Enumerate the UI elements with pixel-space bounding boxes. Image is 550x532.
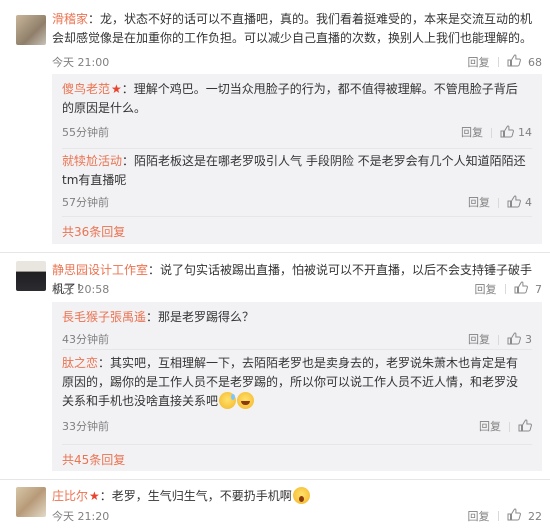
- thumbs-up-icon: [500, 125, 514, 138]
- like-button[interactable]: [507, 332, 521, 348]
- verified-star-icon: ★: [111, 82, 122, 96]
- reply-button[interactable]: 回复: [468, 196, 490, 209]
- reply-time: 57分钟前: [62, 196, 109, 209]
- reply-button[interactable]: 回复: [468, 333, 490, 346]
- like-count: 3: [525, 333, 532, 346]
- comment-time: 今天 20:58: [52, 283, 110, 296]
- like-button[interactable]: [507, 195, 521, 211]
- divider: [62, 216, 532, 217]
- like-count: 4: [525, 196, 532, 209]
- reply-item: 長毛猴子張禹遙：那是老罗踢得么？ 43分钟前 回复 3: [62, 308, 532, 346]
- comment-time: 今天 21:20: [52, 510, 110, 523]
- reply-item: 就犊尬活动：陌陌老板这是在哪老罗吸引人气 手段阴险 不是老罗会有几个人知道陌陌还…: [62, 152, 532, 209]
- comment-meta: 今天 21:20 回复 22: [52, 508, 542, 524]
- reply-body: ：那是老罗踢得么？: [146, 310, 255, 324]
- like-button[interactable]: [518, 419, 532, 435]
- comment-meta: 今天 20:58 回复 7: [52, 281, 542, 297]
- reply-button[interactable]: 回复: [479, 420, 501, 433]
- verified-star-icon: ★: [89, 489, 100, 503]
- reply-button[interactable]: 回复: [461, 126, 483, 139]
- reply-body: ：其实吧，互相理解一下，去陌陌老罗也是卖身去的，老罗说朱萧木也肯定是有原因的，踢…: [62, 356, 519, 408]
- comment-time: 今天 21:00: [52, 56, 110, 69]
- sweat-emoji-icon: [219, 392, 237, 409]
- like-count: 7: [535, 282, 542, 296]
- divider: [0, 479, 550, 480]
- comment-body: ：老罗，生气归生气，不要扔手机啊: [99, 489, 292, 503]
- like-button[interactable]: [507, 508, 521, 524]
- divider: [62, 148, 532, 149]
- reply-item: 傻鸟老范★：理解个鸡巴。一切当众甩脸子的行为，都不值得被理解。不管甩脸子背后的原…: [62, 80, 532, 139]
- comment-meta: 今天 21:00 回复 68: [52, 54, 542, 70]
- reply-button[interactable]: 回复: [468, 54, 490, 70]
- more-replies-link[interactable]: 共45条回复: [62, 451, 125, 468]
- reply-body: ：陌陌老板这是在哪老罗吸引人气 手段阴险 不是老罗会有几个人知道陌陌还tm有直播…: [62, 154, 526, 187]
- avatar[interactable]: [16, 261, 46, 291]
- thumbs-up-icon: [518, 419, 532, 432]
- comment-username[interactable]: 静思园设计工作室: [52, 263, 148, 277]
- like-count: 68: [528, 55, 542, 69]
- reply-time: 55分钟前: [62, 126, 109, 139]
- thumbs-up-icon: [507, 332, 521, 345]
- divider: [62, 349, 532, 350]
- comment-text: 滑稽家：龙，状态不好的话可以不直播吧，真的。我们看着挺难受的，本来是交流互动的机…: [52, 10, 542, 48]
- thumbs-up-icon: [507, 508, 521, 521]
- comment-username[interactable]: 庄比尔: [52, 489, 88, 503]
- reply-body: ：理解个鸡巴。一切当众甩脸子的行为，都不值得被理解。不管甩脸子背后的原因是什么。: [62, 82, 518, 115]
- more-replies-link[interactable]: 共36条回复: [62, 223, 125, 240]
- reply-username[interactable]: 傻鸟老范: [62, 82, 110, 96]
- comment-text: 庄比尔★：老罗，生气归生气，不要扔手机啊: [52, 487, 542, 506]
- reply-time: 43分钟前: [62, 333, 109, 346]
- comment-body: ：龙，状态不好的话可以不直播吧，真的。我们看着挺难受的，本来是交流互动的机会却感…: [52, 12, 533, 45]
- like-count: 22: [528, 509, 542, 523]
- avatar[interactable]: [16, 15, 46, 45]
- laugh-emoji-icon: [237, 392, 255, 409]
- reply-box: 傻鸟老范★：理解个鸡巴。一切当众甩脸子的行为，都不值得被理解。不管甩脸子背后的原…: [52, 74, 542, 244]
- reply-username[interactable]: 肽之恋: [62, 356, 98, 370]
- shocked-emoji-icon: [292, 487, 310, 504]
- reply-username[interactable]: 長毛猴子張禹遙: [62, 310, 146, 324]
- divider: [62, 444, 532, 445]
- comment-username[interactable]: 滑稽家: [52, 12, 88, 26]
- reply-item: 肽之恋：其实吧，互相理解一下，去陌陌老罗也是卖身去的，老罗说朱萧木也肯定是有原因…: [62, 354, 532, 433]
- reply-time: 33分钟前: [62, 420, 109, 433]
- thumbs-up-icon: [507, 195, 521, 208]
- avatar[interactable]: [16, 487, 46, 517]
- like-button[interactable]: [514, 281, 528, 297]
- reply-button[interactable]: 回复: [468, 508, 490, 524]
- like-button[interactable]: [507, 54, 521, 70]
- thumbs-up-icon: [507, 54, 521, 67]
- thumbs-up-icon: [514, 281, 528, 294]
- divider: [0, 252, 550, 253]
- like-count: 14: [518, 126, 532, 139]
- reply-box: 長毛猴子張禹遙：那是老罗踢得么？ 43分钟前 回复 3 肽之恋：其实吧，互相理解一…: [52, 302, 542, 471]
- reply-button[interactable]: 回复: [475, 281, 497, 297]
- reply-username[interactable]: 就犊尬活动: [62, 154, 122, 168]
- like-button[interactable]: [500, 125, 514, 141]
